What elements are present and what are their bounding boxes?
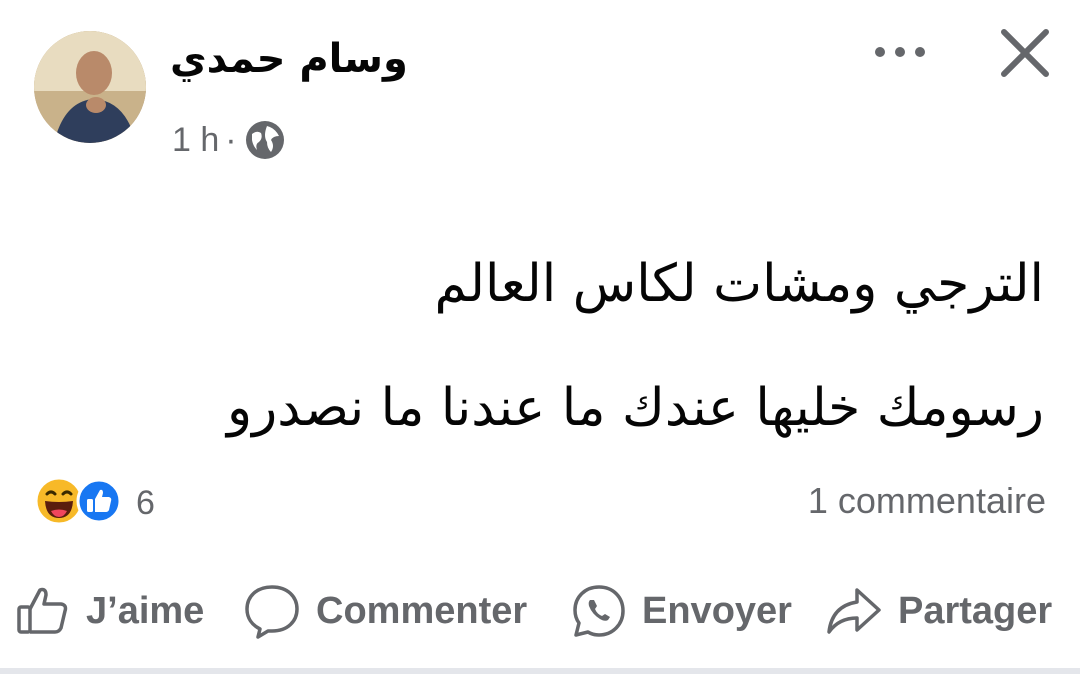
like-button[interactable]: J’aime bbox=[14, 576, 204, 646]
comment-bubble-icon bbox=[245, 585, 299, 639]
meta-separator: · bbox=[225, 120, 237, 159]
send-button[interactable]: Envoyer bbox=[570, 576, 792, 646]
share-label: Partager bbox=[898, 589, 1053, 632]
post-author-name[interactable]: وسام حمدي bbox=[170, 36, 408, 82]
action-bar: J’aime Commenter Envoyer Partager bbox=[0, 576, 1080, 646]
post-meta: 1 h · bbox=[172, 118, 287, 162]
thumbs-up-icon bbox=[17, 587, 68, 634]
comments-count[interactable]: 1 commentaire bbox=[808, 480, 1046, 522]
divider bbox=[0, 668, 1080, 674]
comment-label: Commenter bbox=[316, 589, 528, 632]
post-text-line: الترجي ومشات لكاس العالم bbox=[434, 254, 1044, 314]
author-avatar[interactable] bbox=[34, 31, 146, 143]
share-arrow-icon bbox=[827, 588, 881, 634]
whatsapp-icon bbox=[573, 585, 625, 637]
more-options-icon[interactable] bbox=[872, 28, 928, 76]
comment-button[interactable]: Commenter bbox=[242, 576, 527, 646]
reaction-count[interactable]: 6 bbox=[136, 484, 155, 523]
like-label: J’aime bbox=[86, 589, 205, 632]
send-label: Envoyer bbox=[642, 589, 792, 632]
post-time[interactable]: 1 h bbox=[172, 121, 219, 160]
reactions-summary[interactable]: 6 bbox=[34, 476, 155, 528]
share-button[interactable]: Partager bbox=[824, 576, 1052, 646]
like-reaction-icon bbox=[76, 478, 122, 528]
close-icon[interactable] bbox=[998, 26, 1052, 80]
globe-icon[interactable] bbox=[243, 118, 287, 162]
post-text-line: رسومك خليها عندك ما عندنا ما نصدرو bbox=[227, 378, 1044, 438]
avatar-image bbox=[34, 31, 146, 143]
post-text: الترجي ومشات لكاس العالم رسومك خليها عند… bbox=[64, 222, 1044, 470]
